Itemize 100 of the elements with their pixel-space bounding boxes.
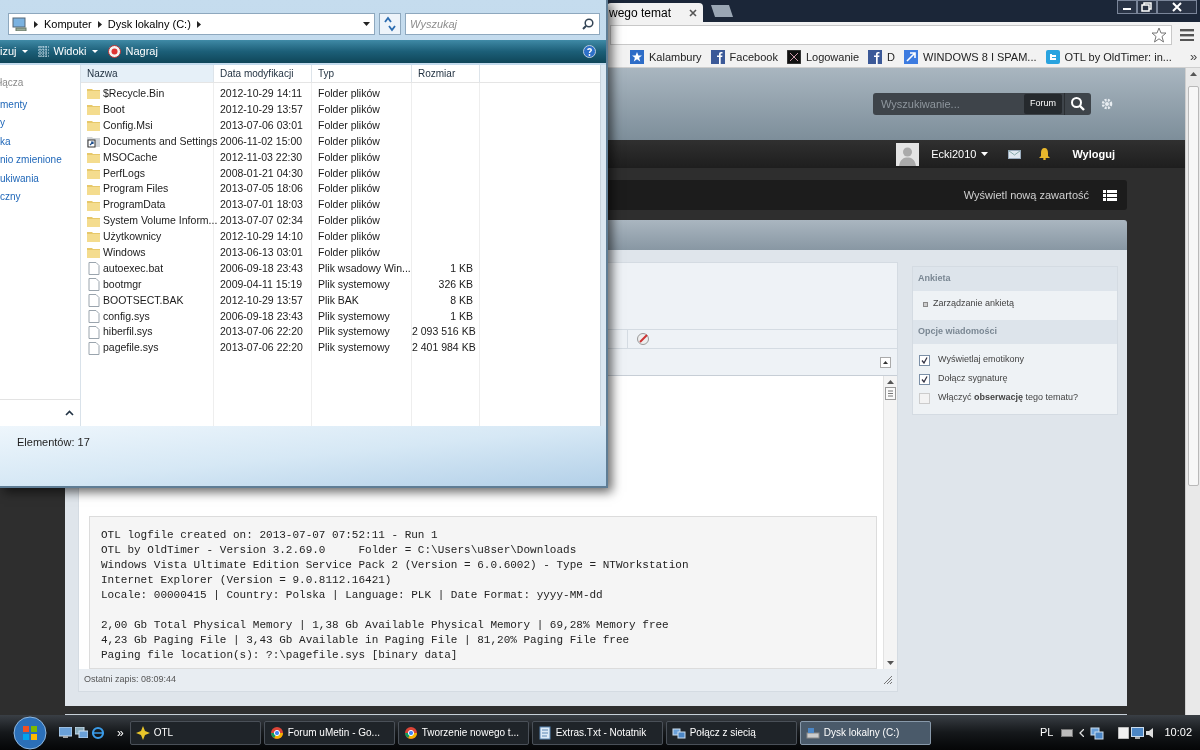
nav-link[interactable]: y: [0, 115, 80, 134]
windows-switch-icon[interactable]: [75, 727, 88, 738]
toolbar-button[interactable]: Widoki: [37, 43, 98, 60]
breadcrumb-item[interactable]: Dysk lokalny (C:): [107, 15, 191, 33]
new-tab-button[interactable]: [709, 5, 735, 17]
minimize-button[interactable]: [1117, 0, 1137, 14]
address-field[interactable]: Komputer Dysk lokalny (C:): [8, 13, 375, 35]
mail-icon[interactable]: [1008, 149, 1022, 159]
column-header[interactable]: Rozmiar: [412, 65, 480, 82]
chevron-icon: [34, 20, 38, 28]
search-field[interactable]: Wyszukiwanie... Forum: [873, 93, 1091, 115]
scrollbar[interactable]: [1185, 68, 1200, 715]
taskbar-button[interactable]: OTL: [129, 720, 261, 745]
nav-link[interactable]: nio zmienione: [0, 152, 80, 171]
search-input[interactable]: Wyszukiwanie...: [881, 95, 1024, 113]
search-icon[interactable]: [1070, 96, 1086, 112]
tray-app-icon[interactable]: [1118, 726, 1130, 739]
restore-button[interactable]: [1137, 0, 1157, 14]
toolbar-button[interactable]: Nagraj: [107, 43, 158, 60]
scroll-down-icon[interactable]: [887, 661, 894, 665]
close-icon[interactable]: [689, 8, 697, 17]
file-name[interactable]: $Recycle.Bin: [81, 86, 214, 102]
more-bookmarks-button[interactable]: »: [1189, 47, 1198, 67]
poll-link[interactable]: Zarządzanie ankietą: [933, 297, 1015, 311]
file-name[interactable]: PerfLogs: [81, 165, 214, 182]
type-cell-text: Folder plików: [317, 86, 381, 102]
file-name[interactable]: bootmgr: [81, 276, 214, 293]
scroll-thumb[interactable]: [885, 387, 896, 400]
refresh-button[interactable]: [379, 13, 401, 35]
bookmark-link[interactable]: OTL by OldTimer: in...: [1045, 48, 1172, 66]
bookmark-link[interactable]: WINDOWS 8 I SPAM...: [904, 48, 1037, 66]
column-header[interactable]: Data modyfikacji: [214, 65, 312, 82]
file-name[interactable]: ProgramData: [81, 197, 214, 214]
bookmark-link[interactable]: D: [868, 48, 896, 66]
browser-tab[interactable]: wego temat: [607, 3, 703, 22]
new-content-link[interactable]: Wyświetl nową zawartość: [963, 186, 1089, 204]
breadcrumb-item[interactable]: Komputer: [44, 15, 92, 33]
file-name[interactable]: Program Files: [81, 181, 214, 198]
chevron-icon[interactable]: [1079, 728, 1085, 737]
nav-link[interactable]: ka: [0, 133, 80, 152]
network-icon[interactable]: [1090, 725, 1105, 740]
bookmark-link[interactable]: Kalambury: [630, 48, 702, 66]
folder-icon: [87, 119, 100, 133]
toolbar-button[interactable]: izuj: [0, 43, 28, 60]
checkbox[interactable]: [919, 373, 930, 385]
star-icon[interactable]: [1151, 26, 1167, 43]
file-name[interactable]: Windows: [81, 244, 214, 261]
user-menu[interactable]: Ecki2010: [931, 145, 989, 163]
taskbar-button[interactable]: Tworzenie nowego t...: [397, 720, 529, 745]
checkbox[interactable]: [919, 354, 930, 366]
file-name[interactable]: Config.Msi: [81, 117, 214, 134]
scroll-up-button[interactable]: [880, 356, 891, 368]
file-name[interactable]: pagefile.sys: [81, 340, 214, 357]
help-icon[interactable]: [583, 45, 596, 58]
bookmark-link[interactable]: Logowanie: [786, 48, 860, 66]
nav-link[interactable]: menty: [0, 96, 80, 115]
bookmark-link[interactable]: Facebook: [710, 48, 778, 66]
scroll-up-icon[interactable]: [887, 380, 894, 384]
file-name[interactable]: BOOTSECT.BAK: [81, 292, 214, 309]
date-cell-text: 2013-07-01 18:03: [219, 197, 304, 213]
grid-icon: [37, 46, 49, 57]
column-header[interactable]: Nazwa: [81, 65, 214, 82]
logout-link[interactable]: Wyloguj: [1072, 145, 1115, 163]
column-header[interactable]: Typ: [312, 65, 412, 82]
quick-launch-more-button[interactable]: »: [117, 723, 124, 742]
resize-grip-icon[interactable]: [883, 675, 893, 685]
nav-link[interactable]: ukiwania: [0, 170, 80, 189]
desktop-icon[interactable]: [59, 727, 72, 738]
taskbar-button[interactable]: Połącz z siecią: [665, 720, 797, 745]
file-name[interactable]: hiberfil.sys: [81, 324, 214, 341]
start-button[interactable]: [13, 715, 47, 750]
file-name[interactable]: MSOCache: [81, 149, 214, 166]
language-indicator[interactable]: PL: [1040, 724, 1054, 741]
list-icon[interactable]: [1103, 189, 1117, 201]
taskbar-button[interactable]: Dysk lokalny (C:): [799, 720, 931, 745]
folder-icon: [87, 103, 100, 117]
collapse-icon[interactable]: [65, 410, 74, 416]
clock[interactable]: 10:02: [1164, 724, 1192, 741]
scope-button[interactable]: Forum: [1024, 94, 1062, 114]
taskbar-button[interactable]: Forum uMetin - Go...: [263, 720, 395, 745]
dark-logo-icon: [786, 50, 801, 64]
file-icon: [87, 294, 100, 307]
nav-link[interactable]: czny: [0, 189, 80, 208]
checkbox[interactable]: [919, 392, 930, 404]
search-field[interactable]: Wyszukaj: [405, 13, 600, 35]
close-button[interactable]: [1157, 0, 1197, 14]
taskbar-button[interactable]: Extras.Txt - Notatnik: [531, 720, 663, 745]
globe-icon[interactable]: [91, 725, 105, 740]
file-name[interactable]: autoexec.bat: [81, 260, 214, 277]
file-name[interactable]: config.sys: [81, 308, 214, 325]
file-icon: [87, 278, 100, 292]
folder-icon: [87, 198, 100, 212]
file-name[interactable]: Użytkownicy: [81, 229, 214, 245]
bell-icon[interactable]: [1039, 148, 1051, 160]
menu-icon[interactable]: [1180, 28, 1194, 41]
smiley-eraser-icon[interactable]: [636, 332, 650, 346]
search-input[interactable]: Wyszukaj: [410, 15, 582, 33]
monitor-icon[interactable]: [1131, 726, 1145, 739]
file-name[interactable]: Boot: [81, 101, 214, 118]
keyboard-icon[interactable]: [1061, 728, 1074, 737]
